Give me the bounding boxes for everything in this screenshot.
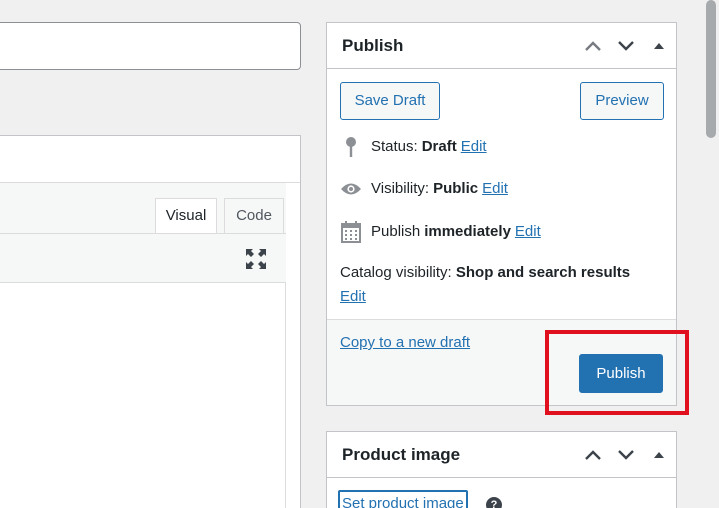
copy-to-draft-link[interactable]: Copy to a new draft <box>340 332 470 354</box>
chevron-up-icon[interactable] <box>581 443 605 467</box>
calendar-icon <box>340 221 362 243</box>
pin-icon <box>340 136 362 158</box>
save-draft-button[interactable]: Save Draft <box>340 82 440 120</box>
visibility-label: Visibility: <box>371 180 430 197</box>
catalog-visibility-row: Catalog visibility: Shop and search resu… <box>340 262 630 284</box>
status-row: Status: Draft Edit <box>340 135 487 159</box>
tab-code[interactable]: Code <box>224 198 284 234</box>
editor-box: Visual Code <box>0 135 301 508</box>
status-label: Status: <box>371 138 418 155</box>
post-title-input[interactable] <box>0 22 301 70</box>
chevron-down-icon[interactable] <box>614 34 638 58</box>
panel-title: Product image <box>342 445 461 464</box>
publish-time-label: Publish <box>371 223 421 240</box>
chevron-down-icon[interactable] <box>614 443 638 467</box>
edit-publish-time-link[interactable]: Edit <box>515 220 541 244</box>
help-icon[interactable]: ? <box>486 497 502 508</box>
product-image-panel-header: Product image <box>327 432 676 478</box>
fullscreen-icon[interactable] <box>245 248 267 270</box>
catalog-visibility-value: Shop and search results <box>455 264 631 281</box>
edit-status-link[interactable]: Edit <box>461 135 487 159</box>
visibility-value: Public <box>433 180 479 197</box>
status-value: Draft <box>421 138 457 155</box>
highlight-box <box>545 330 689 415</box>
edit-visibility-link[interactable]: Edit <box>482 177 508 201</box>
edit-catalog-visibility-link[interactable]: Edit <box>340 286 366 308</box>
preview-button[interactable]: Preview <box>580 82 664 120</box>
catalog-visibility-label: Catalog visibility: <box>340 264 452 281</box>
set-product-image-link[interactable]: Set product image <box>338 490 468 508</box>
schedule-row: Publish immediately Edit <box>340 220 541 244</box>
publish-time-value: immediately <box>424 223 511 240</box>
toggle-arrow-icon[interactable] <box>647 443 671 467</box>
publish-panel-header: Publish <box>327 23 676 69</box>
scrollbar-thumb[interactable] <box>706 0 716 138</box>
toggle-arrow-icon[interactable] <box>647 34 671 58</box>
panel-title: Publish <box>342 36 404 55</box>
visibility-row: Visibility: Public Edit <box>340 177 508 201</box>
chevron-up-icon[interactable] <box>581 34 605 58</box>
product-image-panel: Product image Set product image ? <box>326 431 677 508</box>
editor-toolbar <box>0 233 286 283</box>
tab-visual[interactable]: Visual <box>155 198 217 235</box>
eye-icon <box>340 178 362 200</box>
editor-content-area[interactable] <box>0 283 286 508</box>
